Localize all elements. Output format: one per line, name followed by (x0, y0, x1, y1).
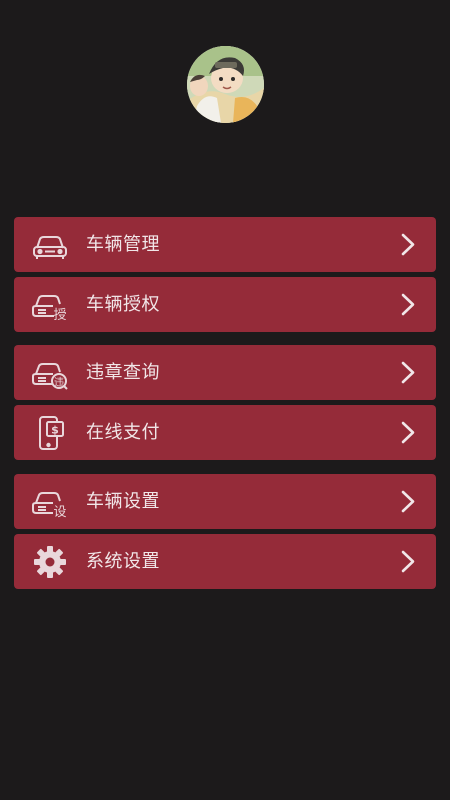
user-avatar[interactable] (187, 46, 264, 123)
menu-item-online-payment[interactable]: $ 在线支付 (14, 405, 436, 460)
svg-text:设: 设 (53, 505, 66, 520)
phone-payment-icon: $ (31, 414, 69, 452)
menu-item-label: 系统设置 (86, 551, 160, 572)
svg-text:$: $ (51, 424, 59, 437)
chevron-right-icon (398, 488, 418, 515)
svg-text:违: 违 (54, 377, 64, 389)
menu-item-vehicle-management[interactable]: 车辆管理 (14, 217, 436, 272)
chevron-right-icon (398, 548, 418, 575)
chevron-right-icon (398, 419, 418, 446)
car-settings-icon: 设 (31, 483, 69, 521)
svg-text:授: 授 (53, 308, 66, 323)
menu-item-label: 车辆授权 (86, 294, 160, 315)
chevron-right-icon (398, 291, 418, 318)
menu-item-label: 车辆管理 (86, 234, 160, 255)
menu-item-vehicle-settings[interactable]: 设 车辆设置 (14, 474, 436, 529)
menu-item-vehicle-authorization[interactable]: 授 车辆授权 (14, 277, 436, 332)
menu-item-system-settings[interactable]: 系统设置 (14, 534, 436, 589)
menu-item-label: 车辆设置 (86, 491, 160, 512)
avatar-illustration (187, 46, 264, 123)
menu-item-violation-query[interactable]: 违 违章查询 (14, 345, 436, 400)
chevron-right-icon (398, 359, 418, 386)
menu-item-label: 违章查询 (86, 362, 160, 383)
car-violation-icon: 违 (31, 354, 69, 392)
chevron-right-icon (398, 231, 418, 258)
gear-icon (31, 543, 69, 581)
car-authorize-icon: 授 (31, 286, 69, 324)
car-icon (31, 226, 69, 264)
menu-item-label: 在线支付 (86, 422, 160, 443)
